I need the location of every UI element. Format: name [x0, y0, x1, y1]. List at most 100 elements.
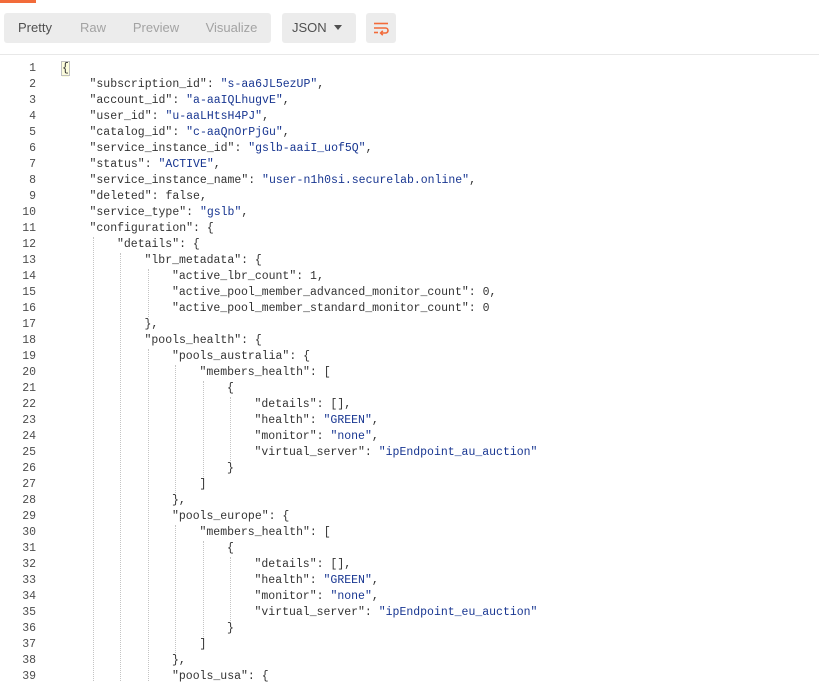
json-key: "details" [254, 558, 317, 571]
indent-guide [230, 397, 231, 461]
tab-visualize[interactable]: Visualize [192, 13, 271, 43]
json-punctuation: : [206, 78, 221, 91]
json-key: "members_health" [199, 526, 310, 539]
code-line: }, [172, 493, 186, 509]
json-punctuation: }, [172, 654, 186, 667]
code-line: ] [200, 637, 207, 653]
code-line: "details": [], [255, 397, 352, 413]
line-number: 5 [29, 126, 36, 139]
tab-preview[interactable]: Preview [120, 13, 192, 43]
json-punctuation: : [151, 190, 166, 203]
json-string: "s-aa6JL5ezUP" [220, 78, 318, 91]
code-line: "health": "GREEN", [255, 413, 379, 429]
json-string: "ipEndpoint_eu_auction" [378, 606, 538, 619]
json-string: "gslb-aaiI_uof5Q" [248, 142, 366, 155]
code-line: "monitor": "none", [255, 589, 379, 605]
indent-guide [202, 541, 204, 637]
tab-raw[interactable]: Raw [66, 13, 120, 43]
response-toolbar: Pretty Raw Preview Visualize JSON [0, 0, 819, 54]
json-key: "pools_australia" [172, 350, 290, 363]
line-number: 22 [22, 398, 36, 411]
active-tab-indicator [0, 0, 36, 3]
code-line: "health": "GREEN", [255, 573, 379, 589]
json-key: "active_lbr_count" [172, 270, 297, 283]
json-punctuation: : { [241, 334, 262, 347]
indent-guide [230, 557, 231, 621]
json-punctuation: : { [289, 350, 311, 363]
line-number: 18 [22, 334, 36, 347]
line-number: 27 [22, 478, 36, 491]
line-number: 21 [22, 382, 36, 395]
line-number: 28 [22, 494, 36, 507]
json-punctuation: : [468, 286, 483, 299]
json-punctuation: , [371, 590, 379, 603]
json-key: "account_id" [89, 94, 173, 107]
format-select[interactable]: JSON [282, 13, 356, 43]
json-punctuation: , [262, 110, 269, 123]
code-line: { [227, 381, 234, 397]
code-line: "virtual_server": "ipEndpoint_eu_auction… [255, 605, 538, 621]
line-number: 32 [22, 558, 36, 571]
code-line: "pools_australia": { [172, 349, 310, 365]
json-string: "GREEN" [323, 574, 372, 587]
code-line: "deleted": false, [90, 189, 207, 205]
line-number: 4 [29, 110, 36, 123]
code-line: "pools_europe": { [172, 509, 289, 525]
code-line: "virtual_server": "ipEndpoint_au_auction… [255, 445, 538, 461]
code-line: "members_health": [ [200, 525, 331, 541]
code-line: "members_health": [ [200, 365, 331, 381]
json-punctuation: : { [241, 254, 262, 267]
json-punctuation: , [317, 78, 325, 91]
line-number: 25 [22, 446, 36, 459]
json-string: "GREEN" [323, 414, 372, 427]
json-string: "none" [330, 430, 372, 443]
json-string: "gslb" [199, 206, 242, 219]
json-punctuation: : [172, 126, 187, 139]
json-key: "health" [254, 574, 310, 587]
code-line: } [227, 461, 234, 477]
line-number: 34 [22, 590, 36, 603]
json-punctuation: } [227, 462, 234, 475]
json-value: 0 [482, 302, 490, 315]
json-key: "user_id" [89, 110, 152, 123]
code-line: } [227, 621, 234, 637]
code-line: "service_instance_name": "user-n1h0si.se… [90, 173, 477, 189]
code-line: "status": "ACTIVE", [90, 157, 221, 173]
line-number: 37 [22, 638, 36, 651]
line-number: 11 [22, 222, 36, 235]
response-body-editor[interactable]: 1 2 3 4 5 6 7 8 9 10 11 12 13 14 15 16 17 18 19 20 21 22 23 24 2… [0, 55, 819, 682]
json-punctuation: : [364, 446, 379, 459]
view-mode-group: Pretty Raw Preview Visualize [4, 13, 271, 43]
line-number: 26 [22, 462, 36, 475]
code-area[interactable]: {"subscription_id": "s-aa6JL5ezUP", "acco… [61, 55, 819, 682]
json-punctuation: { [227, 542, 234, 555]
json-punctuation: , [282, 94, 290, 107]
json-string: "c-aaQnOrPjGu" [186, 126, 283, 139]
json-punctuation: : { [247, 670, 269, 682]
json-key: "service_type" [89, 206, 187, 219]
line-number: 16 [22, 302, 36, 315]
json-punctuation: : [ [309, 526, 331, 539]
code-line: "account_id": "a-aaIQLhugvE", [90, 93, 290, 109]
code-line: "details": { [117, 237, 200, 253]
line-number: 9 [29, 190, 36, 203]
json-punctuation: : [309, 574, 324, 587]
json-punctuation: , [241, 206, 249, 219]
line-number: 1 [29, 62, 36, 75]
json-punctuation: , [371, 414, 379, 427]
line-number: 19 [22, 350, 36, 363]
json-key: "active_pool_member_advanced_monitor_cou… [172, 286, 469, 299]
line-number: 3 [29, 94, 36, 107]
json-key: "pools_europe" [172, 510, 269, 523]
json-punctuation: : { [193, 222, 214, 235]
json-punctuation: }, [172, 494, 186, 507]
json-key: "details" [117, 238, 180, 251]
json-punctuation: ] [199, 638, 207, 651]
json-value: 1 [310, 270, 317, 283]
wrap-lines-button[interactable] [366, 13, 396, 43]
line-number: 7 [29, 158, 36, 171]
tab-pretty[interactable]: Pretty [4, 13, 66, 43]
json-punctuation: : [144, 158, 159, 171]
json-string: "ACTIVE" [158, 158, 214, 171]
json-key: "monitor" [254, 590, 317, 603]
